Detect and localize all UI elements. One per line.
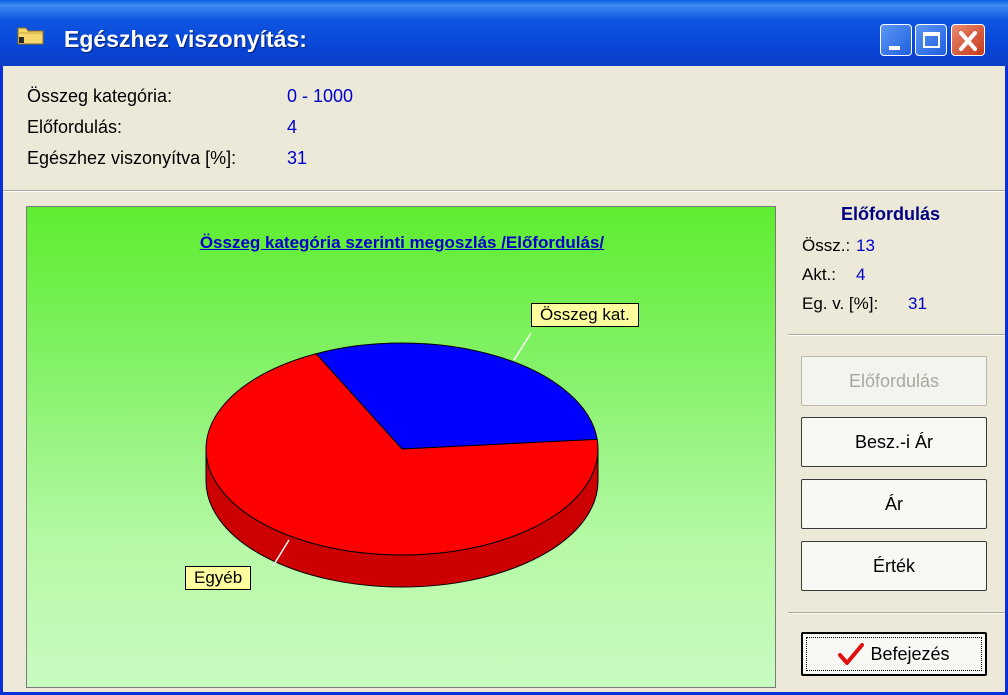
stat-percent-label: Eg. v. [%]: xyxy=(802,294,879,313)
percent-value: 31 xyxy=(287,148,308,168)
stats-side-panel: Előfordulás Össz.: 13 Akt.: 4 Eg. v. [%]… xyxy=(788,192,1005,692)
finish-label: Befejezés xyxy=(870,643,950,664)
maximize-button[interactable] xyxy=(915,24,947,56)
info-panel: Összeg kategória: 0 - 1000 Előfordulás: … xyxy=(27,86,527,186)
maximize-icon xyxy=(923,32,940,48)
leader-line-0 xyxy=(513,332,532,361)
minimize-icon xyxy=(889,46,900,50)
value-button[interactable]: Érték xyxy=(801,541,987,591)
category-label: Összeg kategória: xyxy=(27,86,173,106)
occurrence-value: 4 xyxy=(287,117,298,137)
minimize-button[interactable] xyxy=(880,24,912,56)
stat-current: Akt.: 4 xyxy=(802,265,865,285)
folder-icon xyxy=(17,27,44,45)
slice-label-category: Összeg kat. xyxy=(531,303,639,327)
stat-current-label: Akt.: xyxy=(802,265,837,284)
finish-button[interactable]: Befejezés xyxy=(801,632,987,676)
stat-total-label: Össz.: xyxy=(802,236,851,255)
dialog-window: Egészhez viszonyítás: Összeg kategória: … xyxy=(0,0,1008,695)
stat-percent: Eg. v. [%]: 31 xyxy=(802,294,927,314)
pie-chart-panel: Összeg kategória szerinti megoszlás /Elő… xyxy=(26,206,776,688)
stat-total: Össz.: 13 xyxy=(802,236,875,256)
stats-divider xyxy=(788,334,1005,336)
checkmark-icon xyxy=(838,643,865,665)
stat-current-value: 4 xyxy=(856,265,866,284)
pie-chart xyxy=(205,332,599,588)
close-icon xyxy=(959,31,977,51)
category-value: 0 - 1000 xyxy=(287,86,354,106)
title-bar[interactable]: Egészhez viszonyítás: xyxy=(0,0,1008,66)
buttons-divider xyxy=(788,612,1005,614)
occurrence-label: Előfordulás: xyxy=(27,117,123,137)
stat-percent-value: 31 xyxy=(908,294,927,313)
price-button[interactable]: Ár xyxy=(801,479,987,529)
window-title: Egészhez viszonyítás: xyxy=(64,26,307,52)
close-button[interactable] xyxy=(951,24,985,56)
slice-label-other: Egyéb xyxy=(185,566,252,590)
occurrence-button[interactable]: Előfordulás xyxy=(801,356,987,406)
percent-label: Egészhez viszonyítva [%]: xyxy=(27,148,237,168)
stat-total-value: 13 xyxy=(856,236,875,255)
purchase-price-button[interactable]: Besz.-i Ár xyxy=(801,417,987,467)
stats-heading: Előfordulás xyxy=(840,204,940,224)
